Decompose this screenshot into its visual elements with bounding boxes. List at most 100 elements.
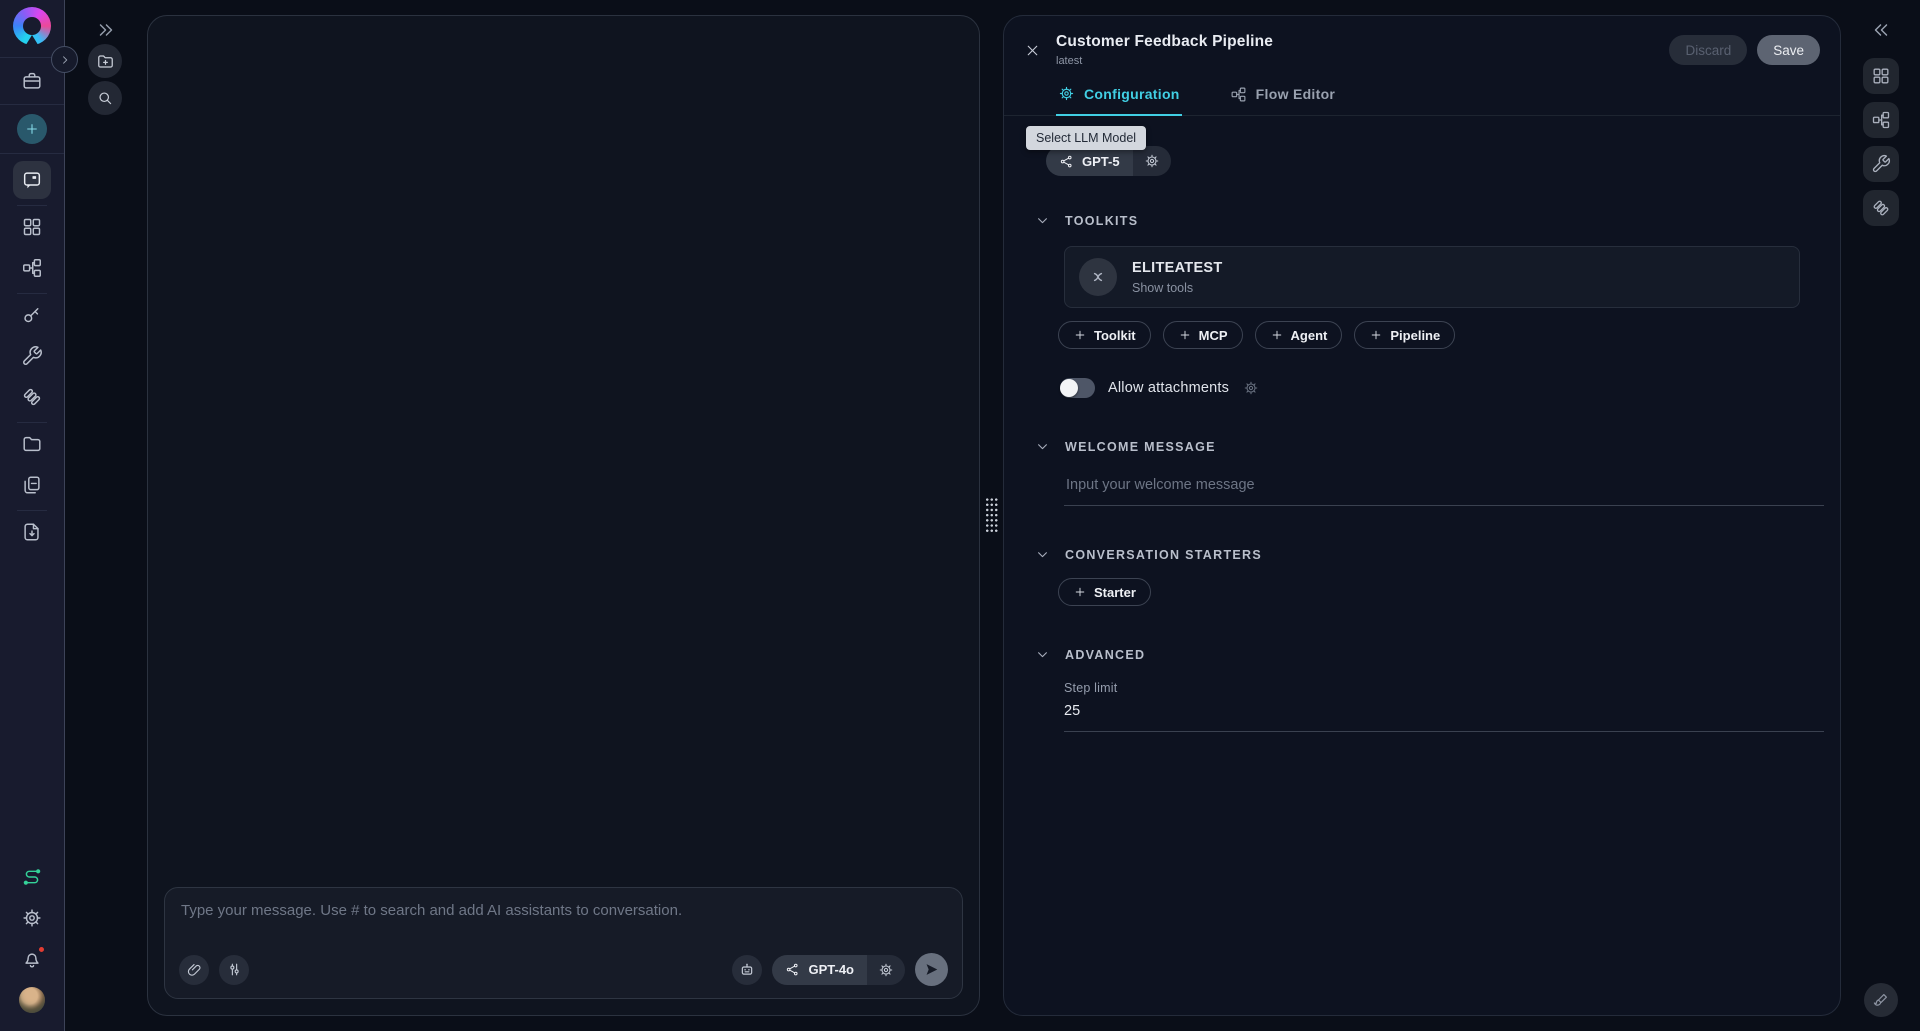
avatar[interactable] — [19, 987, 45, 1013]
left-sidebar — [0, 0, 65, 1031]
starter-row: Starter — [1058, 578, 1820, 606]
plus-icon — [1178, 328, 1192, 342]
chevron-down-icon — [1034, 438, 1051, 455]
chat-panel: GPT-4o — [147, 15, 980, 1016]
tab-label: Configuration — [1084, 86, 1180, 102]
allow-attachments-toggle[interactable] — [1060, 378, 1095, 398]
sidebar-item-settings[interactable] — [13, 899, 51, 937]
share-nodes-icon — [785, 962, 800, 977]
pipeline-model-settings-button[interactable] — [1133, 146, 1171, 176]
message-input[interactable] — [181, 902, 946, 946]
close-panel-button[interactable] — [1024, 42, 1041, 59]
sidebar-item-credentials[interactable] — [13, 296, 51, 334]
toolkit-glyph-icon — [1087, 266, 1109, 288]
tab-configuration[interactable]: Configuration — [1056, 81, 1182, 116]
chat-settings-button[interactable] — [219, 955, 249, 985]
wrench-icon — [21, 345, 43, 367]
toolkit-name: ELITEATEST — [1132, 260, 1223, 276]
attachments-label: Allow attachments — [1108, 380, 1229, 396]
chevron-down-icon — [1034, 212, 1051, 229]
sidebar-item-projects[interactable] — [13, 62, 51, 100]
sidebar-item-chat[interactable] — [13, 161, 51, 199]
gear-icon — [878, 962, 894, 978]
gear-icon — [1243, 380, 1259, 396]
search-button[interactable] — [88, 81, 122, 115]
panel-resize-handle[interactable] — [985, 497, 998, 533]
folder-icon — [21, 433, 43, 455]
divider — [17, 422, 47, 423]
app-logo[interactable] — [13, 7, 51, 45]
section-toolkits-header: TOOLKITS — [1034, 212, 1820, 229]
toggle-knob — [1060, 379, 1078, 397]
paperclip-icon — [186, 961, 203, 978]
sidebar-item-tags[interactable] — [13, 378, 51, 416]
route-icon — [21, 866, 43, 888]
sidebar-item-artifacts[interactable] — [13, 513, 51, 551]
sidebar-item-datasources[interactable] — [13, 466, 51, 504]
chevrons-left-icon — [1870, 19, 1892, 41]
sidebar-item-collections[interactable] — [13, 425, 51, 463]
pipeline-config-panel: Customer Feedback Pipeline latest Discar… — [1003, 15, 1841, 1016]
gear-icon — [1144, 153, 1160, 169]
collapse-starters-button[interactable] — [1034, 546, 1051, 563]
chat-model-settings-button[interactable] — [867, 955, 905, 985]
add-mcp-button[interactable]: MCP — [1163, 321, 1243, 349]
sidebar-item-apps[interactable] — [13, 208, 51, 246]
panel-tabs: Configuration Flow Editor — [1004, 81, 1840, 116]
new-folder-button[interactable] — [88, 44, 122, 78]
chevrons-right-icon — [95, 19, 117, 41]
save-button[interactable]: Save — [1757, 35, 1820, 65]
clean-button[interactable] — [1864, 983, 1898, 1017]
chat-model-label-segment[interactable]: GPT-4o — [772, 955, 867, 985]
discard-button[interactable]: Discard — [1669, 35, 1747, 65]
plus-icon — [1073, 585, 1087, 599]
search-icon — [96, 89, 114, 107]
tab-flow-editor[interactable]: Flow Editor — [1228, 81, 1338, 115]
rail-apps-button[interactable] — [1863, 58, 1899, 94]
collapse-panel-button[interactable] — [1870, 19, 1892, 41]
sidebar-item-monitoring[interactable] — [13, 858, 51, 896]
rail-tags-button[interactable] — [1863, 190, 1899, 226]
collapse-advanced-button[interactable] — [1034, 646, 1051, 663]
sidebar-item-toolkits[interactable] — [13, 337, 51, 375]
plus-icon — [1073, 328, 1087, 342]
create-button[interactable] — [17, 114, 47, 144]
toolkit-icon — [1079, 258, 1117, 296]
attachments-settings-button[interactable] — [1243, 380, 1259, 396]
rail-flows-button[interactable] — [1863, 102, 1899, 138]
message-composer: GPT-4o — [164, 887, 963, 999]
briefcase-icon — [21, 70, 43, 92]
button-label: Starter — [1094, 585, 1136, 600]
step-limit-input[interactable] — [1064, 703, 1824, 719]
right-rail — [1841, 0, 1920, 1031]
welcome-message-input[interactable] — [1064, 471, 1824, 506]
tab-label: Flow Editor — [1256, 86, 1336, 102]
pipeline-model-label-segment[interactable]: GPT-5 — [1046, 146, 1133, 176]
sidebar-item-flows[interactable] — [13, 249, 51, 287]
toolkit-info: ELITEATEST Show tools — [1132, 260, 1223, 295]
button-label: Toolkit — [1094, 328, 1136, 343]
gear-icon — [1058, 85, 1075, 102]
assistant-button[interactable] — [732, 955, 762, 985]
add-agent-button[interactable]: Agent — [1255, 321, 1343, 349]
header-actions: Discard Save — [1669, 35, 1820, 65]
add-toolkit-button[interactable]: Toolkit — [1058, 321, 1151, 349]
attach-file-button[interactable] — [179, 955, 209, 985]
divider — [17, 510, 47, 511]
add-starter-button[interactable]: Starter — [1058, 578, 1151, 606]
expand-panel-button[interactable] — [95, 19, 117, 41]
collapse-toolkits-button[interactable] — [1034, 212, 1051, 229]
section-advanced-header: ADVANCED — [1034, 646, 1820, 663]
model-row: GPT-5 — [1046, 146, 1820, 176]
collapse-welcome-button[interactable] — [1034, 438, 1051, 455]
close-icon — [1024, 42, 1041, 59]
composer-toolbar: GPT-4o — [179, 953, 948, 986]
sidebar-expand-button[interactable] — [51, 46, 78, 73]
rail-toolkits-button[interactable] — [1863, 146, 1899, 182]
send-button[interactable] — [915, 953, 948, 986]
button-label: MCP — [1199, 328, 1228, 343]
sidebar-item-notifications[interactable] — [13, 940, 51, 978]
divider — [0, 104, 64, 105]
show-tools-link[interactable]: Show tools — [1132, 281, 1223, 295]
add-pipeline-button[interactable]: Pipeline — [1354, 321, 1455, 349]
